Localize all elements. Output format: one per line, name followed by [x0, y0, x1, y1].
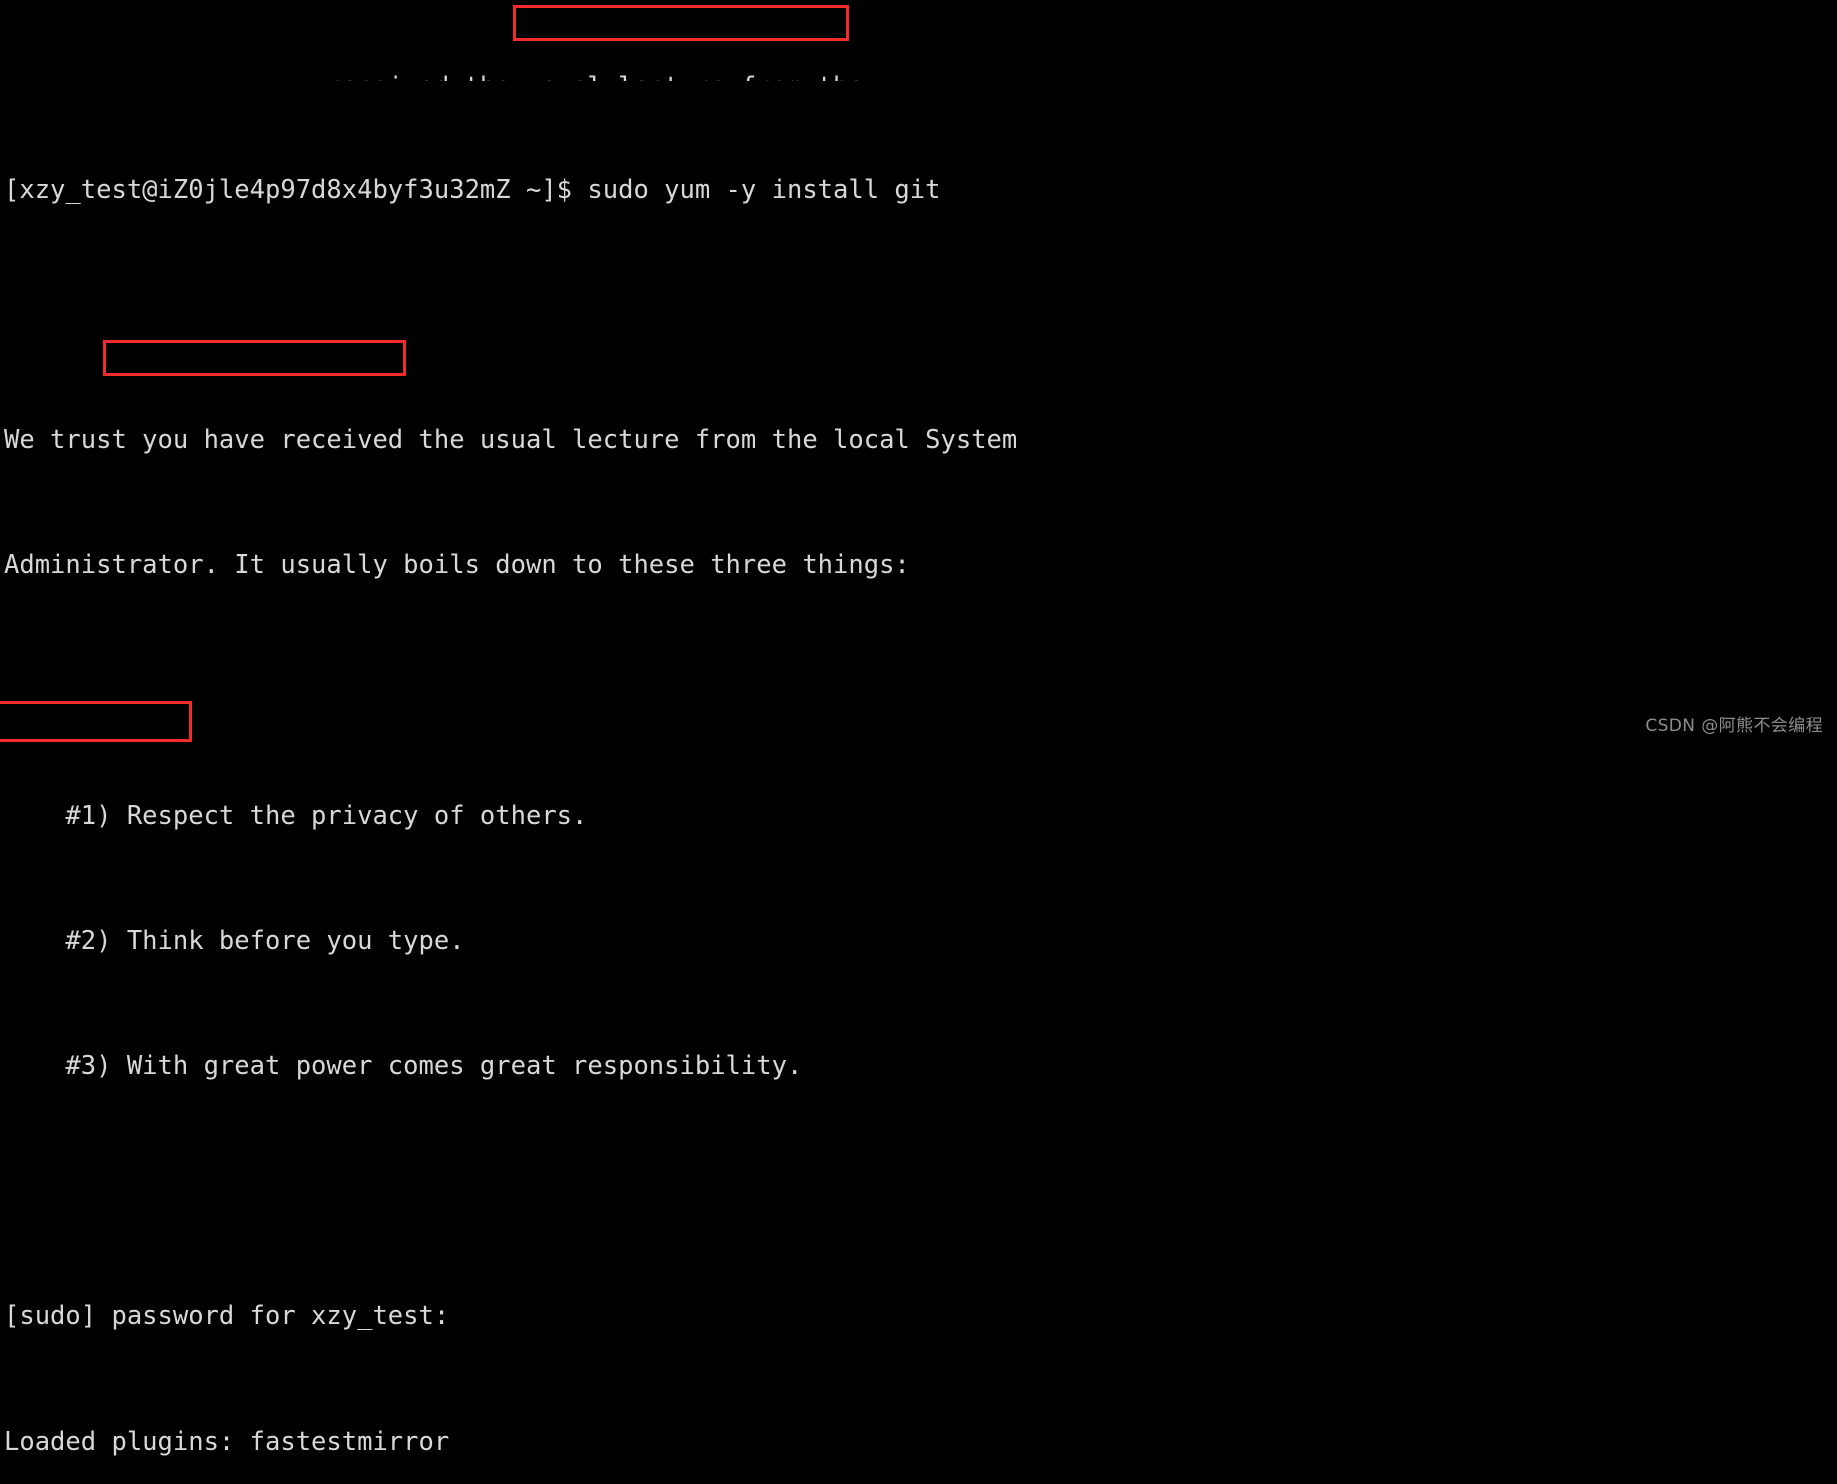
shell-prompt: [xzy_test@iZ0jle4p97d8x4byf3u32mZ ~]$ [4, 174, 588, 205]
terminal-line-sudo-password: [sudo] password for xzy_test: [0, 1301, 1837, 1332]
terminal-line-blank-2 [0, 676, 1837, 707]
shell-command: sudo yum -y install git [587, 174, 941, 205]
terminal-line-blank-1 [0, 300, 1837, 331]
terminal-line-rule-3: #3) With great power comes great respons… [4, 1051, 803, 1082]
password-prompt: password for xzy_test: [111, 1301, 450, 1332]
terminal-line-blank-3 [0, 1176, 1837, 1207]
sudo-label: [sudo] [4, 1301, 112, 1332]
terminal-line-rule-2: #2) Think before you type. [4, 925, 465, 956]
terminal-output[interactable]: received the usual lecture from the [xzy… [0, 0, 1837, 1457]
terminal-line-rule-1: #1) Respect the privacy of others. [4, 800, 588, 831]
terminal-line-lecture-2: Administrator. It usually boils down to … [4, 550, 910, 581]
watermark: CSDN @阿熊不会编程 [1645, 716, 1823, 736]
terminal-prompt-line: [xzy_test@iZ0jle4p97d8x4byf3u32mZ ~]$ su… [0, 175, 1837, 206]
terminal-line-lecture-1: We trust you have received the usual lec… [4, 425, 1018, 456]
terminal-line-clipped: received the usual lecture from the [0, 72, 1837, 81]
terminal-line-loaded-plugins: Loaded plugins: fastestmirror [4, 1426, 450, 1457]
